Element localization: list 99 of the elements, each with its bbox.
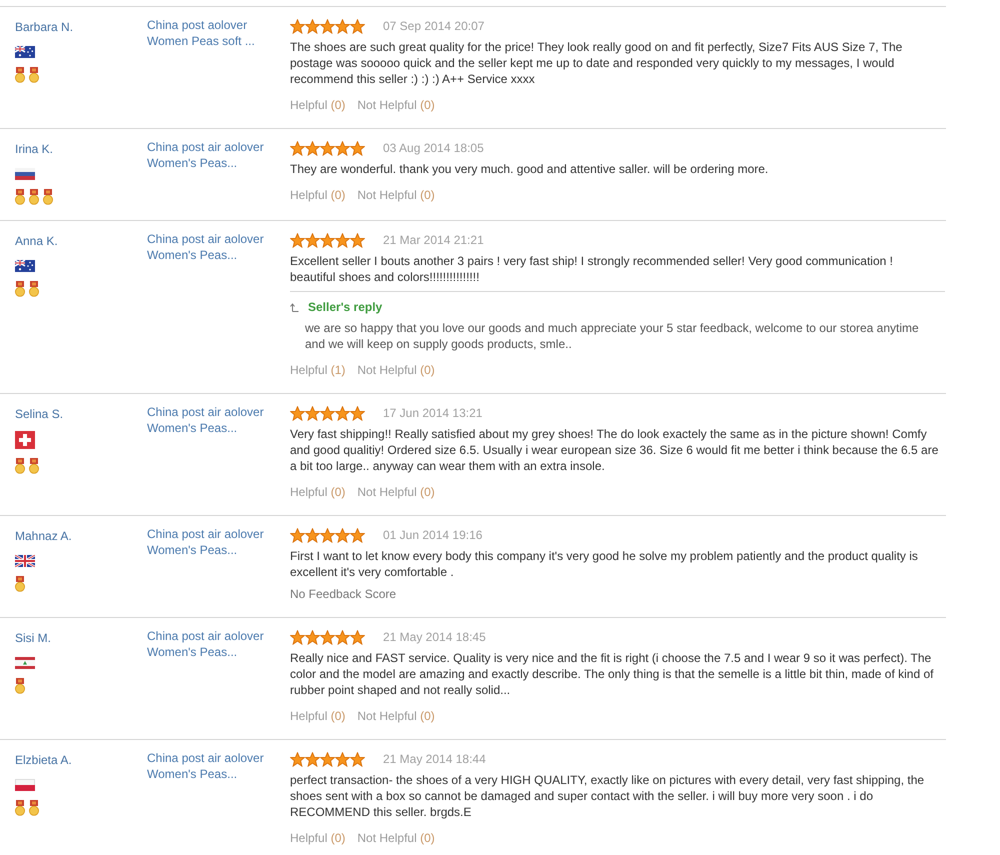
reviewer-name: Elzbieta A. xyxy=(15,752,72,768)
review-date: 03 Aug 2014 18:05 xyxy=(383,141,484,155)
product-link[interactable]: China post air aolover Women's Peas... xyxy=(147,139,264,171)
switzerland-flag-icon xyxy=(15,431,35,449)
medal-icon xyxy=(29,281,39,297)
star-icon xyxy=(290,232,305,248)
star-icon xyxy=(305,232,320,248)
star-icon xyxy=(350,232,365,248)
star-icon xyxy=(335,528,350,542)
medal-icon xyxy=(29,67,39,83)
reply-arrow-icon xyxy=(290,302,299,312)
review-date: 21 May 2014 18:45 xyxy=(383,630,486,644)
star-icon xyxy=(305,406,320,420)
star-icon xyxy=(350,528,365,542)
seller-reply-text: we are so happy that you love our goods and much appreciate your 5 star feedback, welcome to our storea anytime and we will keep on supply goods products, smle.. xyxy=(305,320,920,352)
review-date: 17 Jun 2014 13:21 xyxy=(383,406,482,420)
star-icon xyxy=(290,528,305,542)
product-link[interactable]: China post aolover Women Peas soft ... xyxy=(147,17,255,49)
review-date: 21 May 2014 18:44 xyxy=(383,752,486,766)
product-link[interactable]: China post air aolover Women's Peas... xyxy=(147,231,264,263)
star-icon xyxy=(350,630,365,644)
reviewer-name: Sisi M. xyxy=(15,630,51,646)
reviewer-name: Irina K. xyxy=(15,141,54,157)
star-icon xyxy=(320,752,335,766)
medal-icon xyxy=(43,189,53,205)
helpful-link[interactable]: Helpful (0) xyxy=(290,97,346,113)
review-text: They are wonderful. thank you very much. good and attentive saller. will be ordering more. xyxy=(290,161,770,177)
not-helpful-link[interactable]: Not Helpful (0) xyxy=(357,484,435,500)
lebanon-flag-icon xyxy=(15,657,35,669)
star-icon xyxy=(350,406,365,420)
review-text: Excellent seller I bouts another 3 pairs ! very fast ship! I strongly recommended seller! Very good communication ! beautiful shoes and colors!!!!!!!!!!!!!!! xyxy=(290,253,894,285)
star-icon xyxy=(350,140,365,156)
medal-icon xyxy=(29,800,39,816)
helpful-link[interactable]: Helpful (0) xyxy=(290,830,346,846)
uk-flag-icon xyxy=(15,555,35,567)
not-helpful-link[interactable]: Not Helpful (0) xyxy=(357,97,435,113)
product-link[interactable]: China post air aolover Women's Peas... xyxy=(147,404,264,436)
product-link[interactable]: China post air aolover Women's Peas... xyxy=(147,628,264,660)
star-icon xyxy=(350,752,365,766)
star-icon xyxy=(320,630,335,644)
medal-icon xyxy=(15,189,25,205)
helpful-link[interactable]: Helpful (0) xyxy=(290,484,346,500)
star-icon xyxy=(305,18,320,34)
australia-flag-icon xyxy=(15,46,35,58)
not-helpful-link[interactable]: Not Helpful (0) xyxy=(357,187,435,203)
review-text: Very fast shipping!! Really satisfied about my grey shoes! The do look exactely the same as in the picture shown! Comfy and good qualitiy! Ordered size 6.5. Usually i wear european size 36. Size 6 would fit me better i think because the 6.5 are a bit too large.. anyway can wear them with an extra insole. xyxy=(290,426,940,474)
star-icon xyxy=(320,140,335,156)
star-icon xyxy=(320,528,335,542)
reviewer-name: Mahnaz A. xyxy=(15,528,72,544)
review-date: 07 Sep 2014 20:07 xyxy=(383,19,484,33)
medal-icon xyxy=(15,576,25,592)
feedback-note: No Feedback Score xyxy=(290,586,398,602)
star-icon xyxy=(320,406,335,420)
star-icon xyxy=(305,630,320,644)
reviewer-name: Barbara N. xyxy=(15,19,74,35)
product-link[interactable]: China post air aolover Women's Peas... xyxy=(147,526,264,558)
medal-icon xyxy=(15,800,25,816)
star-icon xyxy=(350,18,365,34)
star-icon xyxy=(335,752,350,766)
star-icon xyxy=(335,630,350,644)
review-text: perfect transaction- the shoes of a very HIGH QUALITY, exactly like on pictures with every detail, very fast shipping, the shoes sent with a box so cannot be damaged and super contact with the seller. i will buy more very soon . i do RECOMMEND this seller. brgds.E xyxy=(290,772,926,820)
star-icon xyxy=(335,406,350,420)
helpful-link[interactable]: Helpful (0) xyxy=(290,708,346,724)
review-date: 21 Mar 2014 21:21 xyxy=(383,233,484,247)
medal-icon xyxy=(29,458,39,474)
star-icon xyxy=(305,752,320,766)
star-icon xyxy=(290,752,305,766)
russia-flag-icon xyxy=(15,168,35,180)
review-text: The shoes are such great quality for the price! They look really good on and fit perfectly, Size7 Fits AUS Size 7, The postage was sooooo quick and the seller kept me up to date and responded very quickly to my messages, I would recommend this seller :) :) :) A++ Service xxxx xyxy=(290,39,904,87)
star-icon xyxy=(335,18,350,34)
helpful-link[interactable]: Helpful (0) xyxy=(290,187,346,203)
star-icon xyxy=(320,232,335,248)
medal-icon xyxy=(15,281,25,297)
not-helpful-link[interactable]: Not Helpful (0) xyxy=(357,362,435,378)
star-icon xyxy=(335,140,350,156)
star-icon xyxy=(320,18,335,34)
medal-icon xyxy=(15,678,25,694)
star-icon xyxy=(290,630,305,644)
star-icon xyxy=(290,406,305,420)
product-link[interactable]: China post air aolover Women's Peas... xyxy=(147,750,264,782)
australia-flag-icon xyxy=(15,260,35,272)
star-icon xyxy=(305,528,320,542)
medal-icon xyxy=(15,458,25,474)
not-helpful-link[interactable]: Not Helpful (0) xyxy=(357,830,435,846)
star-icon xyxy=(290,140,305,156)
star-icon xyxy=(305,140,320,156)
review-text: First I want to let know every body this company it's very good he solve my problem patiently and the product quality is excellent it's very comfortable . xyxy=(290,548,919,580)
helpful-link[interactable]: Helpful (1) xyxy=(290,362,346,378)
poland-flag-icon xyxy=(15,779,35,791)
review-text: Really nice and FAST service. Quality is very nice and the fit is right (i choose the 7.5 and I wear 9 so it was perfect). The color and the model are amazing and exactly describe. The only thing is that the semelle is a little bit thin, made of kind of rubber point shaped and not really solid... xyxy=(290,650,934,698)
star-icon xyxy=(335,232,350,248)
medal-icon xyxy=(15,67,25,83)
medal-icon xyxy=(29,189,39,205)
review-date: 01 Jun 2014 19:16 xyxy=(383,528,482,542)
not-helpful-link[interactable]: Not Helpful (0) xyxy=(357,708,435,724)
reviewer-name: Anna K. xyxy=(15,233,58,249)
star-icon xyxy=(290,18,305,34)
seller-reply-label: Seller's reply xyxy=(308,300,382,314)
reviewer-name: Selina S. xyxy=(15,406,64,422)
